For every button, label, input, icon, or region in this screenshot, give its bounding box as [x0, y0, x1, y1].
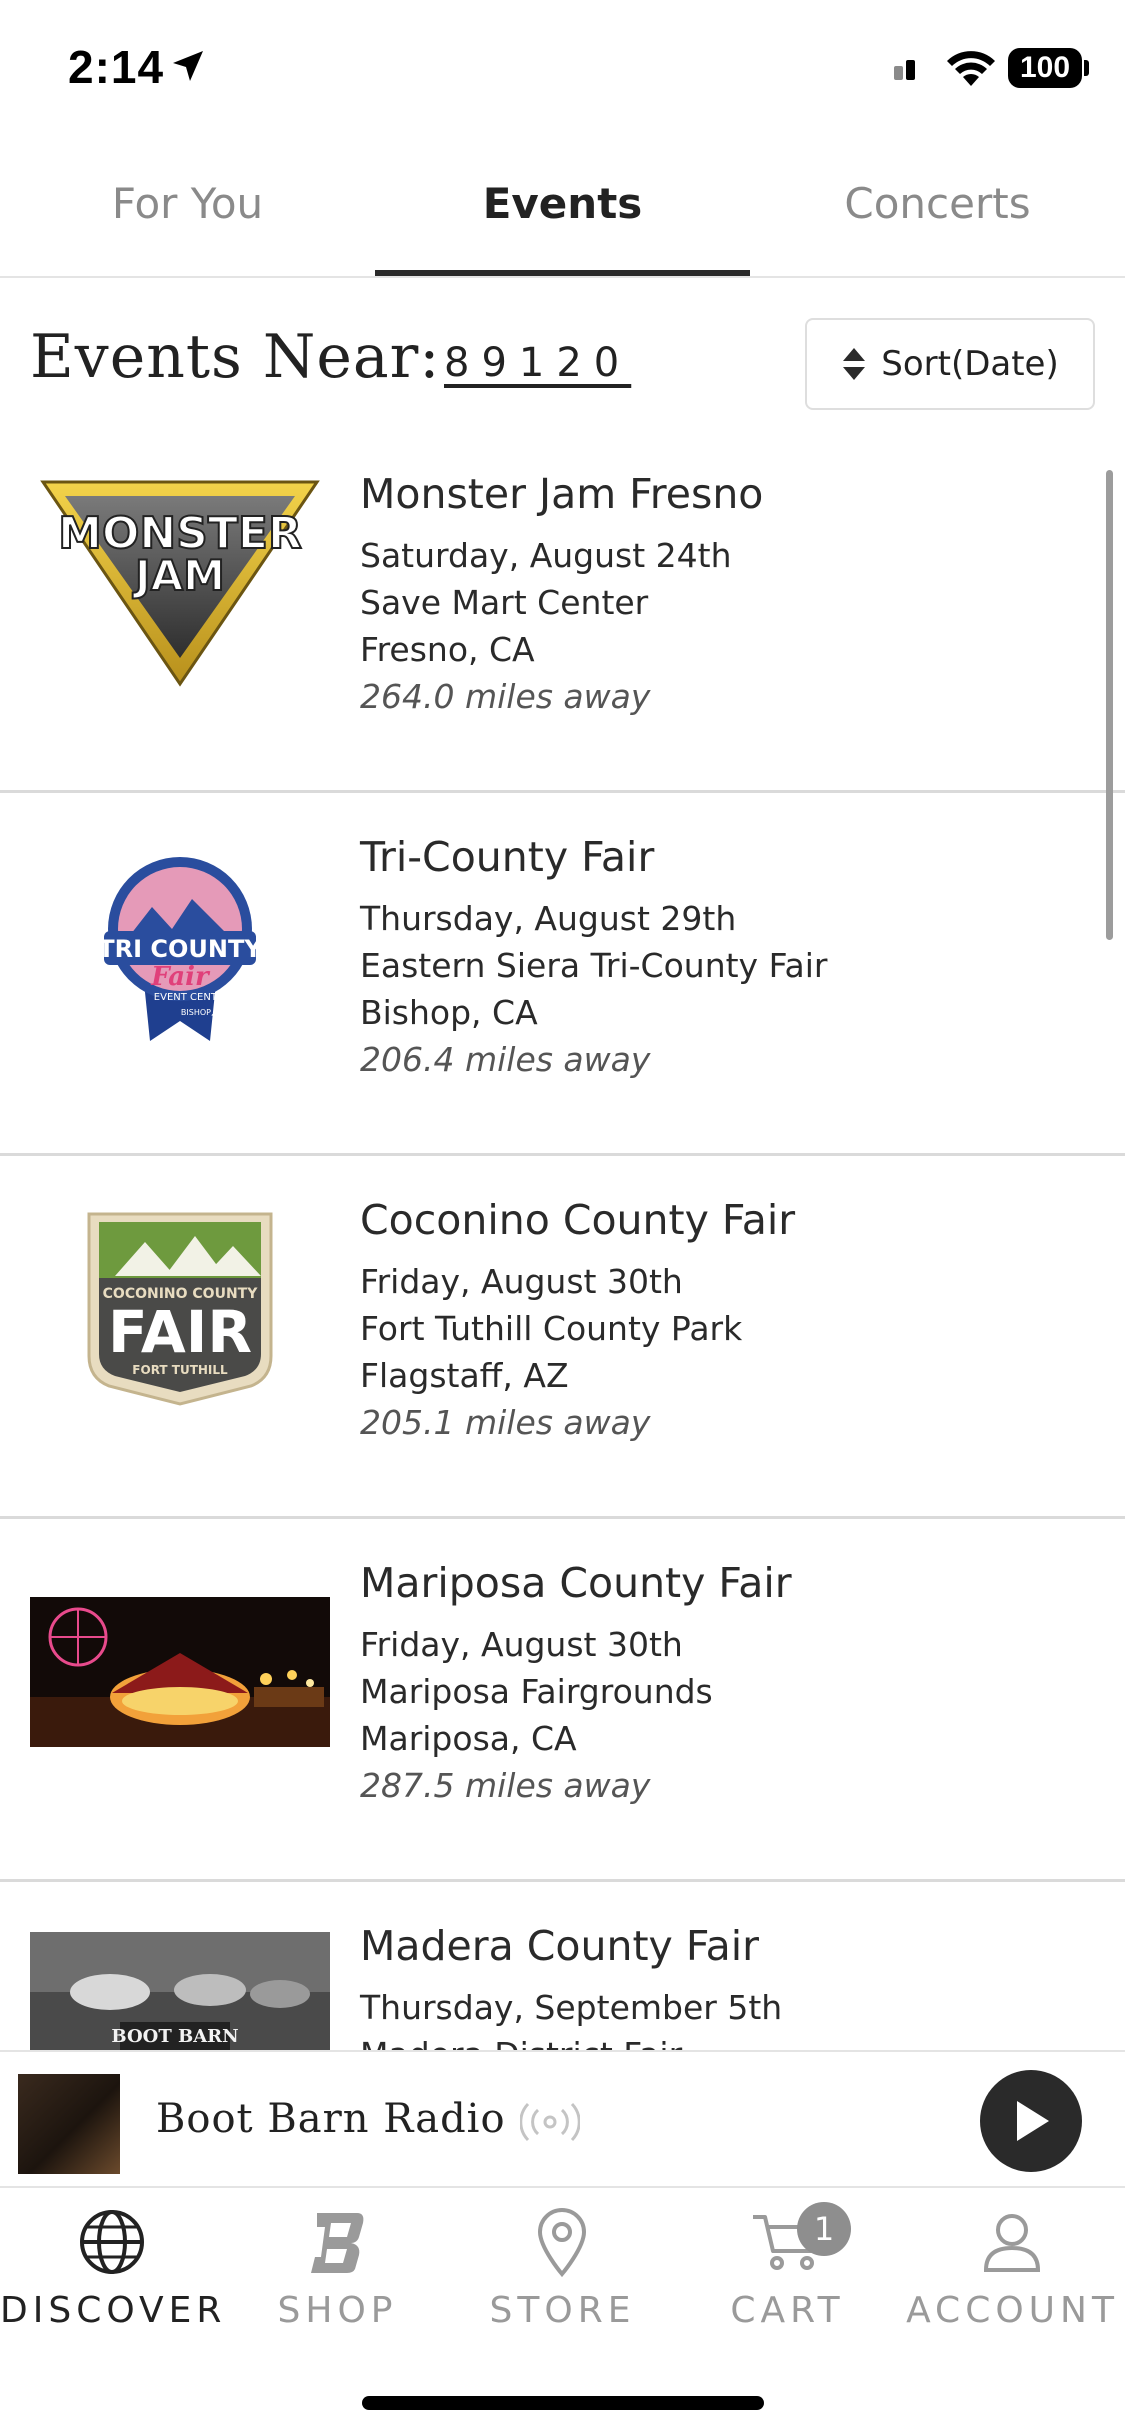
zip-code-link[interactable]: 89120 — [444, 340, 631, 386]
event-distance: 206.4 miles away — [360, 1040, 651, 1079]
event-city: Fresno, CA — [360, 630, 535, 669]
sort-label: Sort(Date) — [881, 344, 1059, 384]
event-title: Coconino County Fair — [360, 1196, 796, 1244]
status-bar: 2:14 100 — [0, 0, 1125, 130]
event-city: Mariposa, CA — [360, 1719, 577, 1758]
list-item[interactable]: Mariposa County Fair Friday, August 30th… — [0, 1519, 1125, 1882]
logo-text: FAIR — [108, 1298, 252, 1366]
event-image-mariposa-fair — [30, 1597, 330, 1747]
nav-label: STORE — [489, 2290, 636, 2331]
event-image-madera-fair: BOOT BARN — [30, 1932, 330, 2052]
play-icon — [1017, 2101, 1049, 2141]
nav-label: SHOP — [277, 2290, 398, 2331]
event-logo-monster-jam: MONSTER JAM — [30, 478, 330, 688]
event-title: Madera County Fair — [360, 1922, 760, 1970]
play-button[interactable] — [980, 2070, 1082, 2172]
logo-text: BOOT BARN — [111, 2026, 238, 2047]
scrollbar[interactable] — [1106, 470, 1113, 940]
nav-label: DISCOVER — [0, 2290, 227, 2331]
event-date: Thursday, August 29th — [360, 899, 737, 938]
nav-discover[interactable]: DISCOVER — [0, 2188, 225, 2358]
wifi-icon — [947, 51, 995, 86]
list-item[interactable]: COCONINO COUNTY FAIR FORT TUTHILL Coconi… — [0, 1156, 1125, 1519]
event-venue: Mariposa Fairgrounds — [360, 1672, 713, 1711]
tab-for-you[interactable]: For You — [0, 140, 375, 276]
list-item[interactable]: MONSTER JAM Monster Jam Fresno Saturday,… — [0, 430, 1125, 793]
event-venue: Eastern Siera Tri-County Fair — [360, 946, 828, 985]
nav-label: ACCOUNT — [906, 2290, 1119, 2331]
event-title: Monster Jam Fresno — [360, 470, 764, 518]
tab-concerts[interactable]: Concerts — [750, 140, 1125, 276]
event-city: Flagstaff, AZ — [360, 1356, 569, 1395]
event-title: Tri-County Fair — [360, 833, 655, 881]
nav-account[interactable]: ACCOUNT — [900, 2188, 1125, 2358]
event-venue: Save Mart Center — [360, 583, 649, 622]
event-logo-coconino-county-fair: COCONINO COUNTY FAIR FORT TUTHILL — [30, 1206, 330, 1406]
player-title: Boot Barn Radio — [156, 2096, 506, 2142]
cellular-signal-icon — [894, 60, 915, 80]
globe-icon — [72, 2202, 152, 2282]
event-date: Saturday, August 24th — [360, 536, 732, 575]
event-date: Friday, August 30th — [360, 1262, 683, 1301]
sort-button[interactable]: Sort(Date) — [805, 318, 1095, 410]
logo-text: Fair — [150, 962, 211, 992]
sort-icon — [843, 348, 866, 380]
status-time: 2:14 — [68, 41, 165, 93]
event-distance: 287.5 miles away — [360, 1766, 651, 1805]
player-artwork — [18, 2074, 120, 2174]
event-date: Friday, August 30th — [360, 1625, 683, 1664]
radio-player[interactable]: Boot Barn Radio — [0, 2050, 1125, 2188]
logo-text: EVENT CENTER — [154, 992, 230, 1003]
event-venue: Fort Tuthill County Park — [360, 1309, 743, 1348]
list-item[interactable]: TRI COUNTY Fair EVENT CENTER BISHOP, CA … — [0, 793, 1125, 1156]
event-date: Thursday, September 5th — [360, 1988, 783, 2027]
logo-text: FORT TUTHILL — [132, 1363, 228, 1377]
event-list: MONSTER JAM Monster Jam Fresno Saturday,… — [0, 430, 1125, 2052]
location-arrow-icon — [173, 51, 203, 81]
event-city: Bishop, CA — [360, 993, 538, 1032]
nav-label: CART — [730, 2290, 845, 2331]
home-indicator — [362, 2396, 764, 2410]
event-logo-tri-county-fair: TRI COUNTY Fair EVENT CENTER BISHOP, CA — [30, 845, 330, 1045]
event-title: Mariposa County Fair — [360, 1559, 792, 1607]
cart-badge: 1 — [797, 2202, 851, 2256]
battery-nub — [1084, 60, 1089, 76]
battery-indicator: 100 — [1008, 48, 1082, 88]
logo-text: BISHOP, CA — [181, 1008, 228, 1017]
boot-barn-logo-icon — [297, 2202, 377, 2282]
tab-events[interactable]: Events — [375, 140, 750, 276]
broadcast-icon — [520, 2102, 580, 2142]
events-near-label: Events Near: — [30, 322, 441, 392]
list-item[interactable]: BOOT BARN Madera County Fair Thursday, S… — [0, 1882, 1125, 2052]
location-pin-icon — [522, 2202, 602, 2282]
event-distance: 264.0 miles away — [360, 677, 651, 716]
logo-text: TRI COUNTY — [98, 935, 262, 963]
event-distance: 205.1 miles away — [360, 1403, 651, 1442]
nav-store[interactable]: STORE — [450, 2188, 675, 2358]
nav-shop[interactable]: SHOP — [225, 2188, 450, 2358]
nav-cart[interactable]: 1 CART — [675, 2188, 900, 2358]
top-tabs: For You Events Concerts — [0, 140, 1125, 278]
logo-text: JAM — [132, 551, 225, 600]
person-icon — [972, 2202, 1052, 2282]
